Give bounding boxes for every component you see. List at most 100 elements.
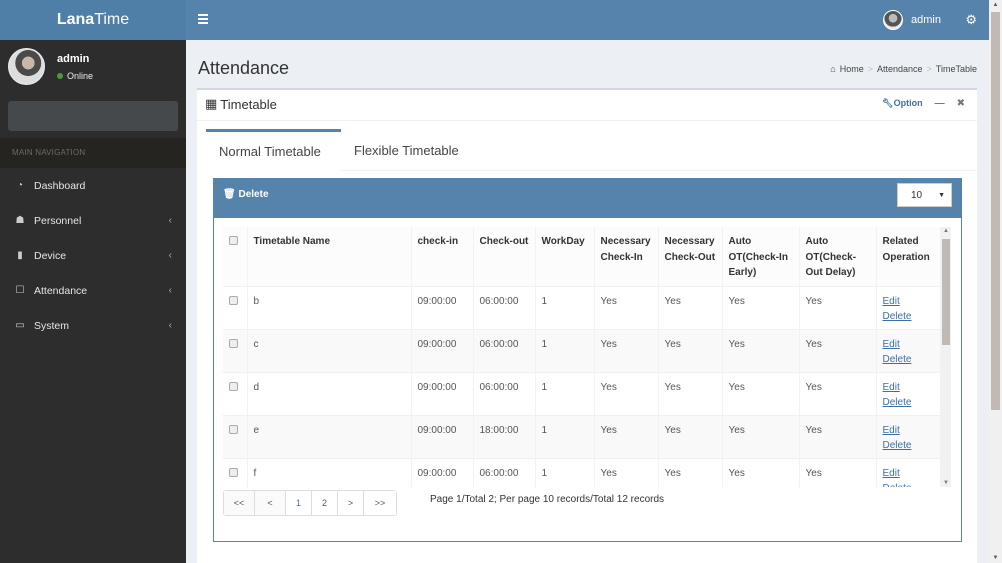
user-panel: admin Online	[0, 40, 186, 95]
first-page-button[interactable]: <<	[224, 491, 255, 515]
sidebar-item-label: Personnel	[34, 214, 82, 227]
breadcrumb-current: TimeTable	[935, 64, 977, 74]
minimize-icon[interactable]: —	[935, 98, 945, 109]
sidebar: admin Online MAIN NAVIGATION ◔ Dashboard…	[0, 40, 186, 563]
column-header[interactable]: Necessary Check-In	[594, 227, 659, 286]
per-page-select[interactable]: 10 ▼	[897, 183, 952, 207]
table-scrollbar[interactable]: ▲ ▼	[941, 227, 951, 487]
table-header-row: Timetable Name check-in Check-out WorkDa…	[223, 227, 941, 286]
operation-cell: EditDelete	[876, 285, 941, 329]
column-header[interactable]: Necessary Check-Out	[658, 227, 723, 286]
edit-link[interactable]: Edit	[883, 466, 935, 481]
gears-icon[interactable]: ⚙	[965, 12, 977, 28]
edit-link[interactable]: Edit	[883, 380, 935, 395]
box-header: ▦ Timetable 🔧︎Option — ✖	[197, 90, 977, 121]
sidebar-item-personnel[interactable]: ☗ Personnel ‹	[0, 203, 186, 238]
breadcrumb-home[interactable]: Home	[840, 64, 864, 74]
edit-link[interactable]: Edit	[883, 423, 935, 438]
scroll-down-icon[interactable]: ▼	[941, 480, 951, 486]
auto-ot-early-cell: Yes	[722, 371, 800, 415]
option-button[interactable]: 🔧︎Option	[882, 98, 922, 109]
page-1-button[interactable]: 1	[286, 491, 312, 515]
row-checkbox[interactable]	[229, 338, 238, 348]
auto-ot-delay-cell: Yes	[799, 457, 877, 487]
delete-link[interactable]: Delete	[883, 352, 935, 367]
sidebar-nav: ◔ Dashboard ☗ Personnel ‹ ▮ Device ‹ ☐ A…	[0, 168, 186, 343]
delete-link[interactable]: Delete	[883, 481, 935, 488]
auto-ot-early-cell: Yes	[722, 457, 800, 487]
column-header[interactable]: check-in	[411, 227, 474, 286]
delete-link[interactable]: Delete	[883, 395, 935, 410]
auto-ot-delay-cell: Yes	[799, 371, 877, 415]
box-title-text: Timetable	[220, 96, 277, 112]
user-status: Online	[57, 71, 93, 81]
prev-page-button[interactable]: <	[255, 491, 286, 515]
tab-normal-timetable[interactable]: Normal Timetable	[206, 129, 341, 171]
delete-selected-button[interactable]: 🗑︎ Delete	[223, 189, 269, 200]
hamburger-icon[interactable]	[198, 14, 208, 24]
sidebar-item-label: Attendance	[34, 284, 88, 297]
delete-link[interactable]: Delete	[883, 438, 935, 453]
necessary-checkin-cell: Yes	[594, 457, 659, 487]
column-header[interactable]: Auto OT(Check-In Early)	[722, 227, 800, 286]
table-row: f09:00:0006:00:001YesYesYesYesEditDelete	[223, 457, 941, 488]
box-tools: 🔧︎Option — ✖	[882, 98, 965, 109]
table-row: c 09:00:00 06:00:00 1 Yes Yes Yes Yes Edit Delete	[223, 328, 941, 372]
page-scrollbar[interactable]: ▲ ▼	[989, 0, 1002, 563]
column-header[interactable]: Timetable Name	[247, 227, 412, 286]
edit-link[interactable]: Edit	[883, 337, 935, 352]
checkout-cell: 06:00:00	[473, 285, 536, 329]
scrollbar-thumb[interactable]	[942, 239, 950, 345]
timetable-name-cell: e	[247, 414, 412, 458]
tab-flexible-timetable[interactable]: Flexible Timetable	[341, 129, 472, 171]
row-select-cell	[223, 457, 248, 487]
app-logo[interactable]: LanaTime	[0, 0, 186, 40]
checkin-cell: 09:00:00	[411, 414, 474, 458]
checkout-cell: 06:00:00	[473, 328, 536, 372]
necessary-checkout-cell: Yes	[658, 457, 723, 487]
workday-cell: 1	[535, 457, 595, 487]
row-checkbox[interactable]	[229, 424, 238, 434]
checkout-cell: 18:00:00	[473, 414, 536, 458]
necessary-checkout-cell: Yes	[658, 414, 723, 458]
wrench-icon: 🔧︎	[882, 98, 894, 108]
scroll-down-icon[interactable]: ▼	[989, 555, 1002, 561]
close-icon[interactable]: ✖	[957, 98, 965, 109]
avatar	[883, 10, 904, 30]
user-menu[interactable]: admin	[883, 10, 941, 30]
row-checkbox[interactable]	[229, 295, 238, 305]
last-page-button[interactable]: >>	[364, 491, 396, 515]
scroll-up-icon[interactable]: ▲	[989, 2, 1002, 8]
auto-ot-delay-cell: Yes	[799, 328, 877, 372]
page-title: Attendance	[198, 58, 290, 78]
edit-link[interactable]: Edit	[883, 294, 935, 309]
delete-link[interactable]: Delete	[883, 309, 935, 324]
scroll-up-icon[interactable]: ▲	[941, 228, 951, 234]
necessary-checkin-cell: Yes	[594, 328, 659, 372]
tabs-divider	[341, 170, 977, 171]
sidebar-item-device[interactable]: ▮ Device ‹	[0, 238, 186, 273]
sidebar-item-system[interactable]: ▭ System ‹	[0, 308, 186, 343]
sidebar-item-attendance[interactable]: ☐ Attendance ‹	[0, 273, 186, 308]
timetable-name-cell: d	[247, 371, 412, 415]
page-2-button[interactable]: 2	[312, 491, 338, 515]
select-all-checkbox[interactable]	[229, 236, 238, 245]
table-body: b 09:00:00 06:00:00 1 Yes Yes Yes Yes Edit Delete…	[223, 285, 941, 488]
column-header[interactable]: Auto OT(Check-Out Delay)	[799, 227, 877, 286]
column-header[interactable]: Check-out	[473, 227, 536, 286]
column-header[interactable]: WorkDay	[535, 227, 595, 286]
breadcrumb: ⌂ Home > Attendance > TimeTable	[830, 64, 977, 74]
table-container: Timetable Name check-in Check-out WorkDa…	[223, 227, 951, 487]
next-page-button[interactable]: >	[338, 491, 364, 515]
pagination: << < 1 2 > >>	[223, 490, 397, 516]
nav-header: MAIN NAVIGATION	[0, 138, 186, 168]
row-checkbox[interactable]	[229, 467, 238, 477]
user-status-label: Online	[67, 71, 94, 81]
row-select-cell	[223, 285, 248, 329]
sidebar-item-dashboard[interactable]: ◔ Dashboard	[0, 168, 186, 203]
breadcrumb-attendance[interactable]: Attendance	[877, 64, 923, 74]
operation-cell: EditDelete	[876, 414, 941, 458]
row-checkbox[interactable]	[229, 381, 238, 391]
sidebar-search-input[interactable]	[8, 101, 178, 131]
scrollbar-thumb[interactable]	[991, 12, 1000, 410]
